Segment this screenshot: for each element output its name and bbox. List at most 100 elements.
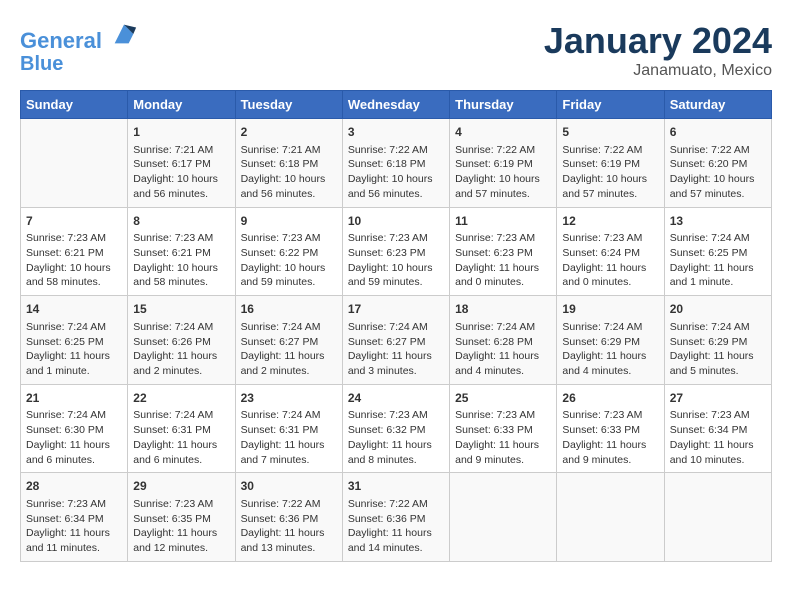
week-row-4: 21Sunrise: 7:24 AM Sunset: 6:30 PM Dayli… xyxy=(21,384,772,473)
logo: General Blue xyxy=(20,20,138,75)
calendar-cell: 1 Sunrise: 7:21 AM Sunset: 6:17 PM Daylig… xyxy=(128,119,235,208)
calendar-cell: 29Sunrise: 7:23 AM Sunset: 6:35 PM Dayli… xyxy=(128,473,235,562)
day-info: Sunrise: 7:24 AM Sunset: 6:27 PM Dayligh… xyxy=(241,320,337,379)
calendar-table: SundayMondayTuesdayWednesdayThursdayFrid… xyxy=(20,90,772,562)
calendar-cell: 3Sunrise: 7:22 AM Sunset: 6:18 PM Daylig… xyxy=(342,119,449,208)
month-title: January 2024 xyxy=(544,20,772,62)
calendar-cell: 10Sunrise: 7:23 AM Sunset: 6:23 PM Dayli… xyxy=(342,207,449,296)
calendar-cell: 2 Sunrise: 7:21 AM Sunset: 6:18 PM Daylig… xyxy=(235,119,342,208)
day-number: 18 xyxy=(455,301,551,318)
day-info: Sunrise: 7:23 AM Sunset: 6:24 PM Dayligh… xyxy=(562,231,658,290)
day-number: 28 xyxy=(26,478,122,495)
calendar-cell: 31Sunrise: 7:22 AM Sunset: 6:36 PM Dayli… xyxy=(342,473,449,562)
calendar-cell: 7Sunrise: 7:23 AM Sunset: 6:21 PM Daylig… xyxy=(21,207,128,296)
day-number: 25 xyxy=(455,390,551,407)
day-info: Sunrise: 7:21 AM Sunset: 6:17 PM Dayligh… xyxy=(133,143,229,202)
day-number: 27 xyxy=(670,390,766,407)
weekday-header-friday: Friday xyxy=(557,91,664,119)
calendar-cell: 27Sunrise: 7:23 AM Sunset: 6:34 PM Dayli… xyxy=(664,384,771,473)
day-info: Sunrise: 7:22 AM Sunset: 6:20 PM Dayligh… xyxy=(670,143,766,202)
page-header: General Blue January 2024 Janamuato, Mex… xyxy=(20,20,772,80)
weekday-header-tuesday: Tuesday xyxy=(235,91,342,119)
calendar-cell: 13Sunrise: 7:24 AM Sunset: 6:25 PM Dayli… xyxy=(664,207,771,296)
day-number: 14 xyxy=(26,301,122,318)
week-row-5: 28 Sunrise: 7:23 AM Sunset: 6:34 PM Dayli… xyxy=(21,473,772,562)
day-info: Sunrise: 7:22 AM Sunset: 6:18 PM Dayligh… xyxy=(348,143,444,202)
weekday-header-saturday: Saturday xyxy=(664,91,771,119)
day-info: Sunrise: 7:24 AM Sunset: 6:29 PM Dayligh… xyxy=(562,320,658,379)
day-info: Sunrise: 7:23 AM Sunset: 6:34 PM Dayligh… xyxy=(670,408,766,467)
day-info: Sunrise: 7:24 AM Sunset: 6:26 PM Dayligh… xyxy=(133,320,229,379)
day-number: 22 xyxy=(133,390,229,407)
calendar-cell xyxy=(450,473,557,562)
day-info: Sunrise: 7:23 AM Sunset: 6:22 PM Dayligh… xyxy=(241,231,337,290)
calendar-cell: 23Sunrise: 7:24 AM Sunset: 6:31 PM Dayli… xyxy=(235,384,342,473)
day-info: Sunrise: 7:24 AM Sunset: 6:31 PM Dayligh… xyxy=(241,408,337,467)
calendar-cell: 18 Sunrise: 7:24 AM Sunset: 6:28 PM Dayli… xyxy=(450,296,557,385)
day-info: Sunrise: 7:24 AM Sunset: 6:30 PM Dayligh… xyxy=(26,408,122,467)
calendar-cell: 12Sunrise: 7:23 AM Sunset: 6:24 PM Dayli… xyxy=(557,207,664,296)
day-info: Sunrise: 7:22 AM Sunset: 6:36 PM Dayligh… xyxy=(348,497,444,556)
calendar-cell: 6Sunrise: 7:22 AM Sunset: 6:20 PM Daylig… xyxy=(664,119,771,208)
day-info: Sunrise: 7:23 AM Sunset: 6:34 PM Dayligh… xyxy=(26,497,122,556)
day-number: 4 xyxy=(455,124,551,141)
calendar-cell: 22Sunrise: 7:24 AM Sunset: 6:31 PM Dayli… xyxy=(128,384,235,473)
calendar-cell: 15 Sunrise: 7:24 AM Sunset: 6:26 PM Dayli… xyxy=(128,296,235,385)
day-info: Sunrise: 7:22 AM Sunset: 6:19 PM Dayligh… xyxy=(562,143,658,202)
calendar-cell: 26Sunrise: 7:23 AM Sunset: 6:33 PM Dayli… xyxy=(557,384,664,473)
day-info: Sunrise: 7:24 AM Sunset: 6:25 PM Dayligh… xyxy=(670,231,766,290)
day-info: Sunrise: 7:24 AM Sunset: 6:31 PM Dayligh… xyxy=(133,408,229,467)
day-number: 30 xyxy=(241,478,337,495)
day-info: Sunrise: 7:24 AM Sunset: 6:29 PM Dayligh… xyxy=(670,320,766,379)
week-row-2: 7Sunrise: 7:23 AM Sunset: 6:21 PM Daylig… xyxy=(21,207,772,296)
logo-icon xyxy=(110,20,138,48)
day-number: 8 xyxy=(133,213,229,230)
week-row-1: 1 Sunrise: 7:21 AM Sunset: 6:17 PM Daylig… xyxy=(21,119,772,208)
day-number: 19 xyxy=(562,301,658,318)
calendar-cell: 28 Sunrise: 7:23 AM Sunset: 6:34 PM Dayli… xyxy=(21,473,128,562)
day-number: 23 xyxy=(241,390,337,407)
weekday-header-sunday: Sunday xyxy=(21,91,128,119)
day-info: Sunrise: 7:23 AM Sunset: 6:32 PM Dayligh… xyxy=(348,408,444,467)
calendar-cell: 5 Sunrise: 7:22 AM Sunset: 6:19 PM Daylig… xyxy=(557,119,664,208)
location: Janamuato, Mexico xyxy=(544,62,772,80)
day-info: Sunrise: 7:21 AM Sunset: 6:18 PM Dayligh… xyxy=(241,143,337,202)
calendar-cell: 11Sunrise: 7:23 AM Sunset: 6:23 PM Dayli… xyxy=(450,207,557,296)
day-number: 11 xyxy=(455,213,551,230)
day-info: Sunrise: 7:22 AM Sunset: 6:19 PM Dayligh… xyxy=(455,143,551,202)
day-number: 12 xyxy=(562,213,658,230)
weekday-header-thursday: Thursday xyxy=(450,91,557,119)
day-number: 21 xyxy=(26,390,122,407)
day-info: Sunrise: 7:23 AM Sunset: 6:35 PM Dayligh… xyxy=(133,497,229,556)
day-info: Sunrise: 7:23 AM Sunset: 6:23 PM Dayligh… xyxy=(348,231,444,290)
calendar-cell: 16Sunrise: 7:24 AM Sunset: 6:27 PM Dayli… xyxy=(235,296,342,385)
day-info: Sunrise: 7:24 AM Sunset: 6:28 PM Dayligh… xyxy=(455,320,551,379)
calendar-cell: 30 Sunrise: 7:22 AM Sunset: 6:36 PM Dayli… xyxy=(235,473,342,562)
title-block: January 2024 Janamuato, Mexico xyxy=(544,20,772,80)
calendar-cell: 8Sunrise: 7:23 AM Sunset: 6:21 PM Daylig… xyxy=(128,207,235,296)
day-number: 13 xyxy=(670,213,766,230)
day-number: 7 xyxy=(26,213,122,230)
logo-text: General xyxy=(20,20,138,53)
day-number: 1 xyxy=(133,124,229,141)
day-info: Sunrise: 7:24 AM Sunset: 6:25 PM Dayligh… xyxy=(26,320,122,379)
week-row-3: 14 Sunrise: 7:24 AM Sunset: 6:25 PM Dayli… xyxy=(21,296,772,385)
weekday-header-row: SundayMondayTuesdayWednesdayThursdayFrid… xyxy=(21,91,772,119)
weekday-header-wednesday: Wednesday xyxy=(342,91,449,119)
calendar-cell: 19 Sunrise: 7:24 AM Sunset: 6:29 PM Dayli… xyxy=(557,296,664,385)
logo-blue: Blue xyxy=(20,53,138,75)
day-number: 9 xyxy=(241,213,337,230)
calendar-cell: 20Sunrise: 7:24 AM Sunset: 6:29 PM Dayli… xyxy=(664,296,771,385)
day-number: 17 xyxy=(348,301,444,318)
day-number: 2 xyxy=(241,124,337,141)
day-info: Sunrise: 7:23 AM Sunset: 6:33 PM Dayligh… xyxy=(562,408,658,467)
calendar-cell: 17Sunrise: 7:24 AM Sunset: 6:27 PM Dayli… xyxy=(342,296,449,385)
calendar-cell xyxy=(664,473,771,562)
calendar-cell: 4 Sunrise: 7:22 AM Sunset: 6:19 PM Daylig… xyxy=(450,119,557,208)
day-info: Sunrise: 7:23 AM Sunset: 6:23 PM Dayligh… xyxy=(455,231,551,290)
day-number: 10 xyxy=(348,213,444,230)
day-number: 5 xyxy=(562,124,658,141)
day-number: 15 xyxy=(133,301,229,318)
day-info: Sunrise: 7:22 AM Sunset: 6:36 PM Dayligh… xyxy=(241,497,337,556)
calendar-cell: 9Sunrise: 7:23 AM Sunset: 6:22 PM Daylig… xyxy=(235,207,342,296)
